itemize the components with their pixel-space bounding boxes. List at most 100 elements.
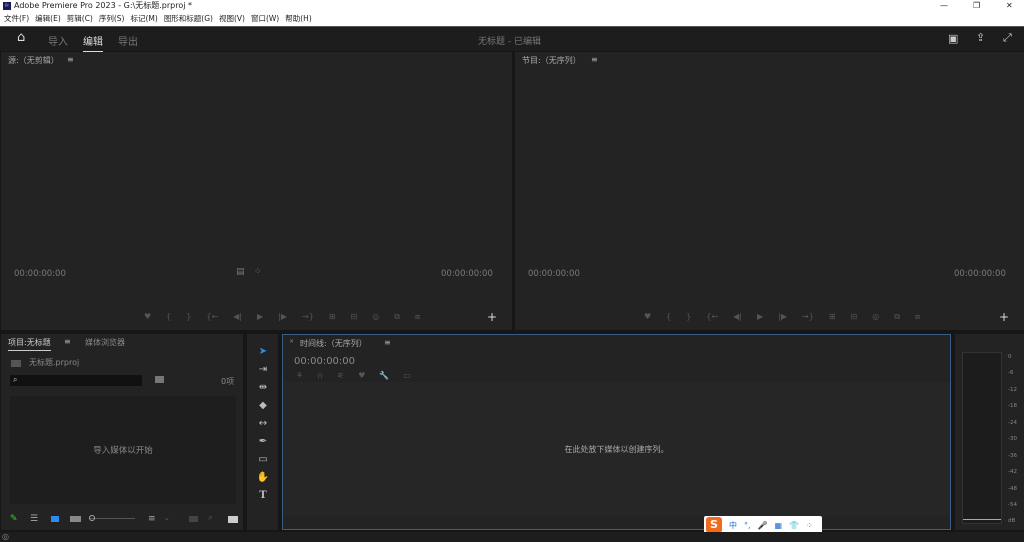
hand-tool-icon[interactable]: ✋ bbox=[256, 472, 270, 483]
menu-clip[interactable]: 剪辑(C) bbox=[67, 12, 93, 26]
program-title: 节目:（无序列） bbox=[522, 56, 581, 65]
tab-project[interactable]: 项目:无标题 bbox=[8, 337, 51, 351]
find-icon[interactable]: ⌕ bbox=[208, 513, 213, 523]
add-button-icon[interactable]: + bbox=[999, 310, 1009, 324]
selection-tool-icon[interactable]: ➤ bbox=[256, 346, 270, 357]
step-back-icon[interactable]: ◀| bbox=[233, 312, 242, 322]
extract-icon[interactable]: ⊟ bbox=[851, 312, 858, 322]
program-menu-icon[interactable]: ≡ bbox=[591, 55, 598, 64]
add-marker-icon[interactable]: ♥ bbox=[144, 312, 151, 322]
list-view-icon[interactable]: ☰ bbox=[30, 514, 38, 524]
timeline-drop-area[interactable]: 在此处放下媒体以创建序列。 bbox=[283, 382, 950, 517]
minimize-button[interactable]: — bbox=[940, 0, 948, 12]
source-timecode-in[interactable]: 00:00:00:00 bbox=[14, 269, 66, 279]
search-input[interactable]: ⌕ bbox=[10, 375, 142, 386]
automate-icon[interactable] bbox=[189, 516, 198, 522]
close-timeline-icon[interactable]: × bbox=[289, 338, 294, 345]
chevron-down-icon[interactable]: ⌄ bbox=[164, 514, 170, 522]
menu-file[interactable]: 文件(F) bbox=[4, 12, 29, 26]
menu-view[interactable]: 视图(V) bbox=[219, 12, 245, 26]
ime-punctuation-icon[interactable]: °, bbox=[744, 521, 751, 530]
compare-icon[interactable]: ⧉ bbox=[394, 312, 400, 322]
menu-sequence[interactable]: 序列(S) bbox=[99, 12, 125, 26]
add-marker-icon[interactable]: ♥ bbox=[644, 312, 651, 322]
timeline-menu-icon[interactable]: ≡ bbox=[384, 338, 391, 347]
menu-window[interactable]: 窗口(W) bbox=[251, 12, 279, 26]
ime-microphone-icon[interactable]: 🎤 bbox=[758, 521, 768, 530]
source-menu-icon[interactable]: ≡ bbox=[67, 55, 74, 64]
captions-icon[interactable]: ▭ bbox=[403, 371, 411, 380]
timeline-timecode[interactable]: 00:00:00:00 bbox=[294, 356, 355, 367]
go-to-out-icon[interactable]: →} bbox=[302, 312, 314, 322]
sogou-logo[interactable]: S bbox=[706, 517, 722, 533]
zoom-slider-handle[interactable] bbox=[89, 515, 95, 521]
razor-tool-icon[interactable]: ◆ bbox=[256, 400, 270, 411]
go-to-in-icon[interactable]: {← bbox=[206, 312, 218, 322]
menu-graphics[interactable]: 图形和标题(G) bbox=[164, 12, 213, 26]
snap-icon[interactable]: ∩ bbox=[317, 371, 323, 380]
overwrite-icon[interactable]: ⊟ bbox=[351, 312, 358, 322]
menu-help[interactable]: 帮助(H) bbox=[285, 12, 312, 26]
zoom-slider[interactable] bbox=[89, 515, 135, 521]
restore-button[interactable]: ❐ bbox=[973, 0, 980, 12]
tab-media-browser[interactable]: 媒体浏览器 bbox=[85, 337, 125, 348]
export-frame-icon[interactable]: ◎ bbox=[372, 312, 379, 322]
type-tool-icon[interactable]: T bbox=[256, 490, 270, 501]
nest-icon[interactable]: ⚘ bbox=[296, 371, 303, 380]
mark-out-icon[interactable]: } bbox=[186, 312, 191, 322]
meter-label: -36 bbox=[1008, 453, 1017, 459]
play-icon[interactable]: ▶ bbox=[757, 312, 763, 322]
ime-keyboard-icon[interactable]: ▦ bbox=[775, 521, 783, 530]
go-to-out-icon[interactable]: →} bbox=[802, 312, 814, 322]
tab-export[interactable]: 导出 bbox=[118, 33, 138, 48]
tab-edit[interactable]: 编辑 bbox=[83, 33, 103, 53]
go-to-in-icon[interactable]: {← bbox=[706, 312, 718, 322]
ime-toolbox-icon[interactable]: ⁘ bbox=[806, 521, 813, 530]
compare-icon[interactable]: ⧉ bbox=[894, 312, 900, 322]
pencil-icon[interactable]: ✎ bbox=[10, 514, 18, 524]
safe-margins-icon[interactable]: ⧈ bbox=[915, 312, 920, 322]
close-button[interactable]: ✕ bbox=[1006, 0, 1013, 12]
freeform-view-icon[interactable] bbox=[70, 516, 81, 522]
project-menu-icon[interactable]: ≡ bbox=[64, 337, 71, 346]
lift-icon[interactable]: ⊞ bbox=[829, 312, 836, 322]
add-marker-icon[interactable]: ♥ bbox=[358, 371, 365, 380]
project-drop-area[interactable]: 导入媒体以开始 bbox=[10, 396, 236, 504]
status-icon[interactable]: ◎ bbox=[2, 532, 9, 541]
menu-markers[interactable]: 标记(M) bbox=[130, 12, 157, 26]
ime-language-toggle[interactable]: 中 bbox=[729, 520, 737, 531]
rectangle-tool-icon[interactable]: ▭ bbox=[256, 454, 270, 465]
step-forward-icon[interactable]: |▶ bbox=[278, 312, 287, 322]
wrench-icon[interactable]: 🔧 bbox=[379, 371, 389, 380]
home-icon[interactable]: ⌂ bbox=[17, 30, 25, 45]
insert-icon[interactable]: ⊞ bbox=[329, 312, 336, 322]
mark-in-icon[interactable]: { bbox=[166, 312, 171, 322]
menu-edit[interactable]: 编辑(E) bbox=[35, 12, 61, 26]
search-icon: ⌕ bbox=[13, 375, 18, 384]
share-icon[interactable]: ⇪ bbox=[976, 31, 985, 44]
ime-skin-icon[interactable]: 👕 bbox=[789, 521, 799, 530]
slip-tool-icon[interactable]: ↔ bbox=[256, 418, 270, 429]
tab-import[interactable]: 导入 bbox=[48, 33, 68, 48]
linked-selection-icon[interactable]: ⚟ bbox=[337, 371, 344, 380]
step-back-icon[interactable]: ◀| bbox=[733, 312, 742, 322]
export-frame-icon[interactable]: ◎ bbox=[872, 312, 879, 322]
sort-icon[interactable]: ≡ bbox=[148, 514, 156, 524]
add-button-icon[interactable]: + bbox=[487, 310, 497, 324]
play-icon[interactable]: ▶ bbox=[257, 312, 263, 322]
settings-icon[interactable]: ▤ bbox=[236, 267, 245, 277]
track-select-tool-icon[interactable]: ⇥ bbox=[256, 364, 270, 375]
program-timecode[interactable]: 00:00:00:00 bbox=[528, 269, 580, 279]
mark-in-icon[interactable]: { bbox=[666, 312, 671, 322]
fullscreen-icon[interactable]: ⤢ bbox=[1003, 31, 1012, 45]
safe-margins-icon[interactable]: ⧈ bbox=[415, 312, 420, 322]
new-bin-icon[interactable] bbox=[155, 376, 164, 383]
pen-tool-icon[interactable]: ✒ bbox=[256, 436, 270, 447]
mark-out-icon[interactable]: } bbox=[686, 312, 691, 322]
step-forward-icon[interactable]: |▶ bbox=[778, 312, 787, 322]
icon-view-icon[interactable] bbox=[51, 516, 59, 522]
audio-waveform-icon[interactable]: ⁘ bbox=[254, 267, 262, 277]
quick-export-icon[interactable]: ▣ bbox=[948, 32, 958, 45]
new-bin-folder-icon[interactable] bbox=[228, 516, 238, 523]
ripple-edit-tool-icon[interactable]: ⇹ bbox=[256, 382, 270, 393]
